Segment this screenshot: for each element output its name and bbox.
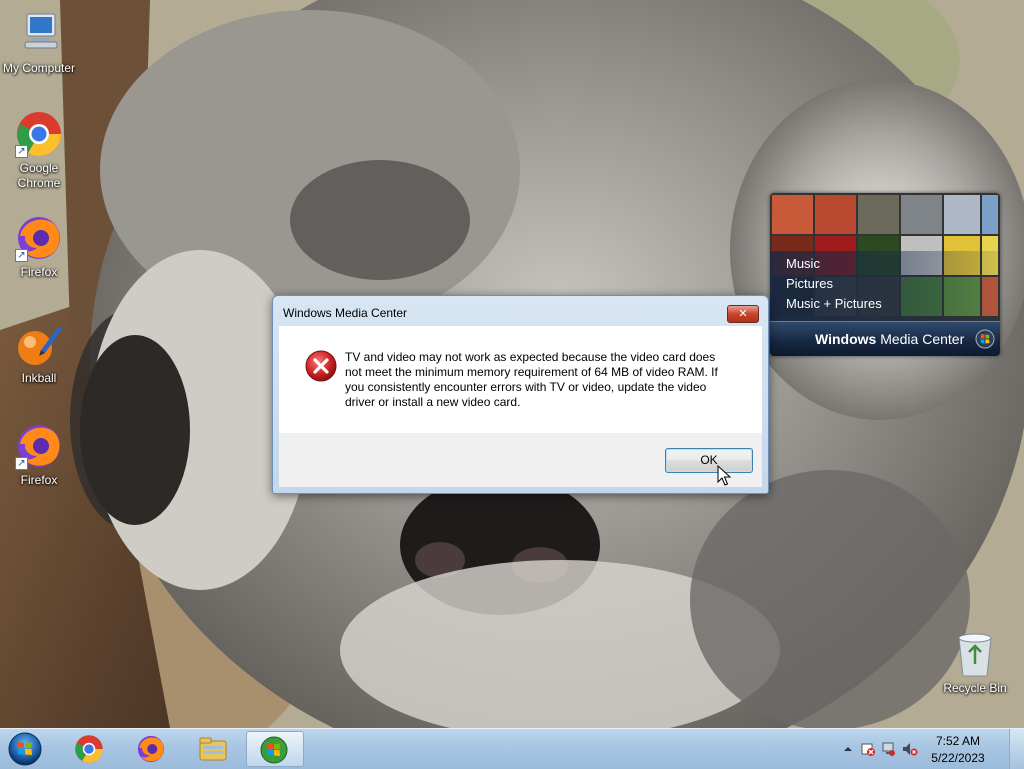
- inkball-icon: [15, 320, 63, 368]
- error-icon: [305, 350, 337, 382]
- shortcut-arrow-icon: ↗: [15, 145, 28, 158]
- desktop-icon-my-computer[interactable]: My Computer: [1, 10, 77, 76]
- start-button[interactable]: [6, 731, 44, 767]
- dialog-footer: OK: [279, 433, 762, 487]
- desktop-icon-inkball[interactable]: Inkball: [1, 320, 77, 386]
- firefox-icon: ↗: [15, 422, 63, 470]
- media-center-title-bar[interactable]: Windows Media Center: [770, 321, 1000, 356]
- media-center-item-pictures[interactable]: Pictures: [786, 276, 833, 291]
- media-center-item-music-pictures[interactable]: Music + Pictures: [786, 296, 882, 311]
- network-icon[interactable]: [880, 742, 896, 756]
- clock-time[interactable]: 7:52 AM: [923, 734, 993, 748]
- recycle-bin-icon: [955, 630, 995, 678]
- error-dialog: Windows Media Center ✕ TV and video may …: [272, 295, 769, 494]
- chrome-icon: ↗: [15, 110, 63, 158]
- computer-icon: [15, 10, 63, 58]
- dialog-content: TV and video may not work as expected be…: [279, 326, 762, 433]
- desktop-icon-recycle-bin[interactable]: Recycle Bin: [937, 630, 1013, 696]
- explorer-icon: [199, 737, 227, 761]
- clock-date[interactable]: 5/22/2023: [923, 751, 993, 765]
- shortcut-arrow-icon: ↗: [15, 457, 28, 470]
- chrome-icon: [75, 735, 103, 763]
- desktop-icon-google-chrome[interactable]: ↗ Google Chrome: [1, 110, 77, 191]
- desktop-icon-label: My Computer: [2, 61, 76, 75]
- taskbar: 7:52 AM 5/22/2023: [0, 728, 1024, 769]
- taskbar-media-center-button[interactable]: [246, 731, 304, 767]
- ok-button[interactable]: OK: [665, 448, 753, 473]
- desktop-icon-label: Firefox: [20, 473, 58, 487]
- taskbar-chrome-button[interactable]: [62, 731, 116, 767]
- firefox-icon: [137, 735, 165, 763]
- show-hidden-icons-icon[interactable]: [840, 742, 856, 756]
- desktop-icon-label: Firefox: [20, 265, 58, 279]
- action-center-icon[interactable]: [860, 742, 876, 756]
- dialog-title: Windows Media Center: [283, 306, 408, 320]
- desktop-icon-firefox-2[interactable]: ↗ Firefox: [1, 422, 77, 488]
- media-center-menu: Music Pictures Music + Pictures: [770, 251, 1000, 321]
- firefox-icon: ↗: [15, 214, 63, 262]
- taskbar-explorer-button[interactable]: [186, 731, 240, 767]
- desktop-icon-label: Google Chrome: [17, 161, 61, 190]
- shortcut-arrow-icon: ↗: [15, 249, 28, 262]
- system-tray: 7:52 AM 5/22/2023: [834, 729, 1024, 769]
- media-center-icon: [260, 736, 288, 764]
- media-center-gadget[interactable]: Music Pictures Music + Pictures Windows …: [770, 193, 1000, 356]
- mouse-cursor-icon: [717, 465, 731, 486]
- desktop-icon-label: Recycle Bin: [943, 681, 1007, 695]
- dialog-message: TV and video may not work as expected be…: [345, 350, 718, 409]
- media-center-item-music[interactable]: Music: [786, 256, 820, 271]
- show-desktop-button[interactable]: [1009, 729, 1024, 769]
- media-center-logo-icon: [975, 329, 995, 349]
- volume-muted-icon[interactable]: [902, 742, 918, 756]
- media-center-title: Windows Media Center: [815, 331, 965, 347]
- taskbar-firefox-button[interactable]: [124, 731, 178, 767]
- desktop-icon-label: Inkball: [21, 371, 57, 385]
- desktop-icon-firefox[interactable]: ↗ Firefox: [1, 214, 77, 280]
- close-button[interactable]: ✕: [727, 305, 759, 323]
